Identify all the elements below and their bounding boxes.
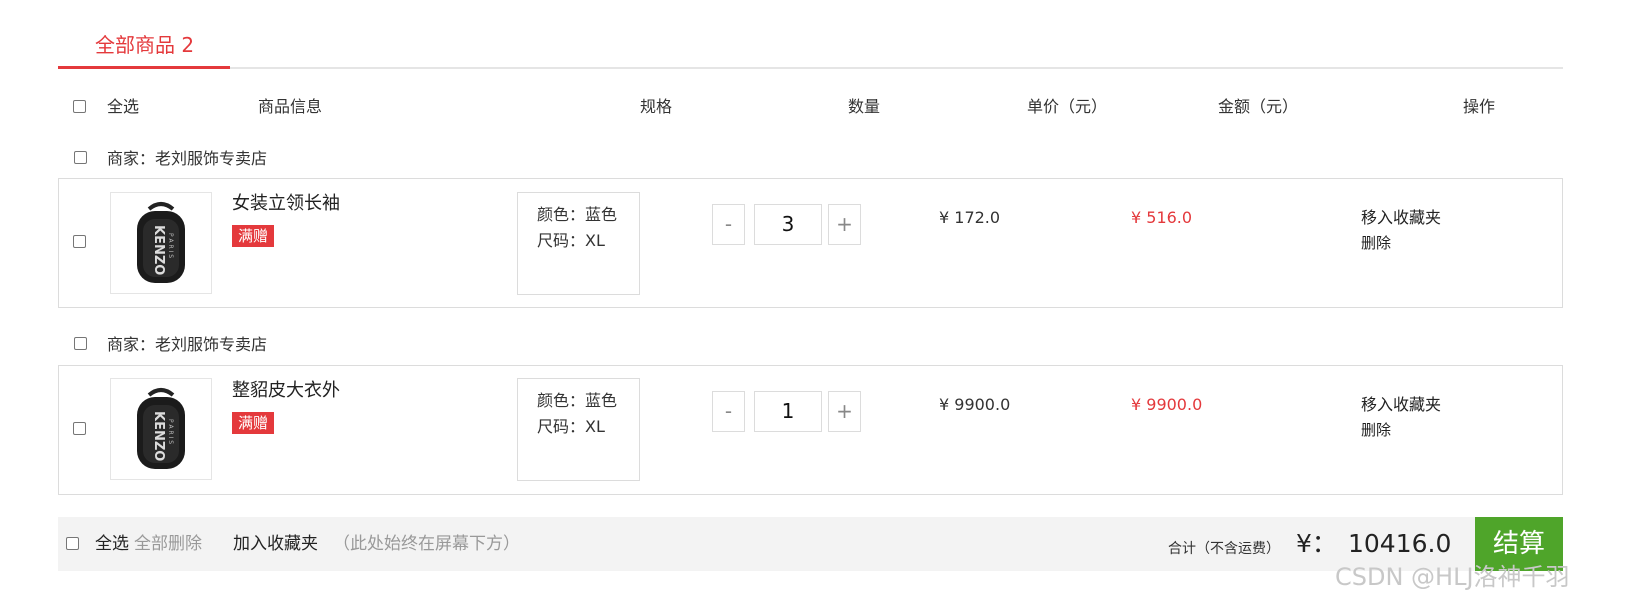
merchant-checkbox[interactable]	[74, 337, 87, 350]
unit-price: ¥ 172.0	[939, 208, 1001, 227]
promo-tag: 满赠	[232, 225, 275, 247]
header-spec: 规格	[640, 97, 673, 116]
spec-size: 尺码：XL	[537, 231, 605, 250]
qty-plus-button[interactable]: +	[828, 204, 861, 245]
backpack-icon: KENZO P A R I S	[137, 388, 185, 469]
spec-color: 颜色：蓝色	[537, 391, 618, 410]
tab-divider	[58, 67, 1563, 69]
delete-all-link[interactable]: 全部删除	[134, 534, 202, 554]
header-product-info: 商品信息	[258, 97, 323, 116]
merchant-name: 商家：老刘服饰专卖店	[107, 335, 268, 354]
svg-text:KENZO: KENZO	[151, 225, 166, 275]
backpack-icon: KENZO P A R I S	[137, 202, 185, 283]
item-checkbox[interactable]	[73, 422, 86, 435]
qty-plus-button[interactable]: +	[828, 391, 861, 432]
header-quantity: 数量	[848, 97, 881, 116]
cart-item-row: KENZO P A R I S 整貂皮大衣外 满赠 颜色：蓝色 尺码：XL - …	[58, 365, 1563, 495]
move-to-favorites-link[interactable]: 移入收藏夹	[1361, 395, 1441, 415]
tab-all-products[interactable]: 全部商品 2	[95, 32, 194, 58]
svg-text:P A R I S: P A R I S	[167, 419, 174, 444]
header-select-all: 全选	[107, 97, 140, 116]
delete-link[interactable]: 删除	[1361, 233, 1391, 253]
item-checkbox[interactable]	[73, 235, 86, 248]
footer-note: （此处始终在屏幕下方）	[333, 534, 520, 554]
qty-minus-button[interactable]: -	[712, 391, 745, 432]
qty-input[interactable]: 3	[754, 204, 822, 245]
select-all-checkbox-header[interactable]	[73, 100, 86, 113]
cart-item-row: KENZO P A R I S 女装立领长袖 满赠 颜色：蓝色 尺码：XL - …	[58, 178, 1563, 308]
promo-tag: 满赠	[232, 412, 275, 434]
spec-size: 尺码：XL	[537, 417, 605, 436]
product-thumbnail[interactable]: KENZO P A R I S	[110, 192, 212, 294]
watermark: CSDN @HLJ洛神千羽	[1335, 563, 1570, 591]
unit-price: ¥ 9900.0	[939, 395, 1011, 414]
footer-select-all-checkbox[interactable]	[66, 537, 79, 550]
product-name[interactable]: 整貂皮大衣外	[232, 380, 340, 402]
qty-minus-button[interactable]: -	[712, 204, 745, 245]
header-unit-price: 单价（元）	[1027, 97, 1108, 116]
product-name[interactable]: 女装立领长袖	[232, 193, 340, 215]
spec-color: 颜色：蓝色	[537, 205, 618, 224]
total-label: 合计（不含运费）	[1168, 541, 1280, 557]
item-amount: ¥ 516.0	[1131, 208, 1193, 227]
move-to-favorites-link[interactable]: 移入收藏夹	[1361, 208, 1441, 228]
svg-text:P A R I S: P A R I S	[167, 233, 174, 258]
product-thumbnail[interactable]: KENZO P A R I S	[110, 378, 212, 480]
header-amount: 金额（元）	[1218, 97, 1299, 116]
footer-select-all[interactable]: 全选	[95, 534, 129, 554]
add-to-favorites-link[interactable]: 加入收藏夹	[233, 534, 318, 554]
spec-box: 颜色：蓝色 尺码：XL	[517, 192, 640, 295]
delete-link[interactable]: 删除	[1361, 420, 1391, 440]
item-amount: ¥ 9900.0	[1131, 395, 1203, 414]
svg-text:KENZO: KENZO	[151, 411, 166, 461]
qty-input[interactable]: 1	[754, 391, 822, 432]
tab-active-indicator	[58, 66, 230, 69]
total-amount: 10416.0	[1348, 529, 1452, 558]
header-actions: 操作	[1463, 97, 1496, 116]
total-currency: ¥：	[1296, 529, 1337, 558]
merchant-checkbox[interactable]	[74, 151, 87, 164]
spec-box: 颜色：蓝色 尺码：XL	[517, 378, 640, 481]
merchant-name: 商家：老刘服饰专卖店	[107, 149, 268, 168]
